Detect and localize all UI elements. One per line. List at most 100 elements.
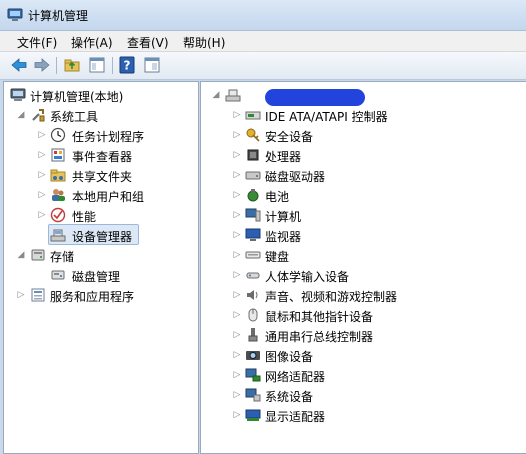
collapsed-arrow-icon[interactable]: ▷: [232, 389, 242, 401]
help-icon[interactable]: ?: [118, 56, 136, 74]
usb-icon: [248, 328, 258, 342]
menu-bar: 文件(F) 操作(A) 查看(V) 帮助(H): [0, 31, 526, 52]
collapsed-arrow-icon[interactable]: ▷: [232, 169, 242, 181]
collapsed-arrow-icon[interactable]: ▷: [232, 149, 242, 161]
collapsed-arrow-icon[interactable]: ▷: [16, 289, 26, 301]
device-category-label: 电池: [265, 190, 290, 204]
collapsed-arrow-icon[interactable]: ▷: [232, 409, 242, 421]
device-category-row[interactable]: ▷ 电池: [201, 185, 521, 205]
keyboard-icon: [245, 251, 261, 259]
services-icon: [31, 288, 45, 302]
collapsed-arrow-icon[interactable]: ▷: [37, 169, 47, 181]
svg-text:?: ?: [124, 59, 131, 73]
device-category-row[interactable]: ▷ 处理器: [201, 145, 521, 165]
tree-label: 系统工具: [50, 110, 99, 124]
tree-item-device-manager[interactable]: 设备管理器: [4, 225, 194, 245]
device-category-row[interactable]: ▷ 安全设备: [201, 125, 521, 145]
toolbar-separator: [112, 57, 113, 74]
menu-help[interactable]: 帮助(H): [179, 33, 229, 52]
disk-drive-icon: [245, 171, 261, 180]
device-category-row[interactable]: ▷ 人体学输入设备: [201, 265, 521, 285]
collapsed-arrow-icon[interactable]: ▷: [232, 309, 242, 321]
tree-item-disk-management[interactable]: 磁盘管理: [4, 265, 194, 285]
tree-item-shared-folders[interactable]: ▷ 共享文件夹: [4, 165, 194, 185]
collapsed-arrow-icon[interactable]: ▷: [37, 129, 47, 141]
device-category-label: IDE ATA/ATAPI 控制器: [265, 110, 388, 124]
collapsed-arrow-icon[interactable]: ▷: [232, 249, 242, 261]
collapsed-arrow-icon[interactable]: ▷: [232, 109, 242, 121]
device-category-row[interactable]: ▷ 监视器: [201, 225, 521, 245]
device-category-label: 鼠标和其他指针设备: [265, 310, 374, 324]
device-category-row[interactable]: ▷ 系统设备: [201, 385, 521, 405]
title-bar[interactable]: 计算机管理: [0, 0, 526, 31]
device-category-label: 人体学输入设备: [265, 270, 350, 284]
expanded-arrow-icon[interactable]: ◢: [16, 109, 26, 121]
device-category-label: 图像设备: [265, 350, 314, 364]
properties-icon[interactable]: [143, 56, 161, 74]
tree-item-local-users-groups[interactable]: ▷ 本地用户和组: [4, 185, 194, 205]
menu-action[interactable]: 操作(A): [67, 33, 117, 52]
storage-icon: [31, 249, 45, 261]
tree-label: 本地用户和组: [72, 190, 145, 204]
expanded-arrow-icon[interactable]: ◢: [211, 89, 221, 101]
security-key-icon: [246, 128, 260, 142]
tree-label: 存储: [50, 250, 75, 264]
collapsed-arrow-icon[interactable]: ▷: [232, 369, 242, 381]
device-category-row[interactable]: ▷ 通用串行总线控制器: [201, 325, 521, 345]
device-category-row[interactable]: ▷ 计算机: [201, 205, 521, 225]
tree-item-computer-management[interactable]: 计算机管理(本地): [4, 85, 194, 105]
console-tree-pane: 计算机管理(本地) ◢ 系统工具 ▷ 任务计划程序 ▷ 事件查看器 ▷ 共享文件…: [3, 81, 199, 454]
device-root-computer[interactable]: ◢: [201, 85, 521, 106]
speaker-icon: [247, 290, 258, 300]
collapsed-arrow-icon[interactable]: ▷: [232, 129, 242, 141]
collapsed-arrow-icon[interactable]: ▷: [232, 189, 242, 201]
collapsed-arrow-icon[interactable]: ▷: [37, 189, 47, 201]
device-category-row[interactable]: ▷ 网络适配器: [201, 365, 521, 385]
tree-label: 共享文件夹: [72, 170, 133, 184]
device-category-row[interactable]: ▷ 声音、视频和游戏控制器: [201, 285, 521, 305]
device-category-label: 处理器: [265, 150, 302, 164]
menu-file[interactable]: 文件(F): [13, 33, 61, 52]
tree-label: 磁盘管理: [72, 270, 121, 284]
device-category-row[interactable]: ▷ IDE ATA/ATAPI 控制器: [201, 105, 521, 125]
device-category-row[interactable]: ▷ 键盘: [201, 245, 521, 265]
collapsed-arrow-icon[interactable]: ▷: [232, 289, 242, 301]
tree-item-performance[interactable]: ▷ 性能: [4, 205, 194, 225]
collapsed-arrow-icon[interactable]: ▷: [232, 269, 242, 281]
performance-icon: [50, 207, 66, 223]
device-category-row[interactable]: ▷ 显示适配器: [201, 405, 521, 425]
device-category-label: 声音、视频和游戏控制器: [265, 290, 398, 304]
tree-item-storage[interactable]: ◢ 存储: [4, 245, 194, 265]
redacted-computer-name: [265, 89, 365, 106]
collapsed-arrow-icon[interactable]: ▷: [232, 329, 242, 341]
collapsed-arrow-icon[interactable]: ▷: [37, 209, 47, 221]
device-category-label: 显示适配器: [265, 410, 326, 424]
tree-label: 服务和应用程序: [50, 290, 135, 304]
network-adapter-icon: [245, 368, 261, 382]
tree-item-system-tools[interactable]: ◢ 系统工具: [4, 105, 194, 125]
device-category-row[interactable]: ▷ 图像设备: [201, 345, 521, 365]
up-folder-icon[interactable]: [63, 56, 81, 74]
collapsed-arrow-icon[interactable]: ▷: [232, 209, 242, 221]
back-icon[interactable]: [10, 56, 28, 74]
collapsed-arrow-icon[interactable]: ▷: [37, 149, 47, 161]
collapsed-arrow-icon[interactable]: ▷: [232, 229, 242, 241]
tree-item-task-scheduler[interactable]: ▷ 任务计划程序: [4, 125, 194, 145]
device-category-label: 磁盘驱动器: [265, 170, 326, 184]
device-list-pane: ◢ ▷ IDE ATA/ATAPI 控制器 ▷ 安全设备 ▷ 处理器 ▷ 磁盘驱动器 ▷ 电池 ▷ 计…: [200, 81, 526, 454]
computer-management-icon: [7, 8, 23, 21]
collapsed-arrow-icon[interactable]: ▷: [232, 349, 242, 361]
device-category-row[interactable]: ▷ 鼠标和其他指针设备: [201, 305, 521, 325]
device-category-label: 通用串行总线控制器: [265, 330, 374, 344]
hid-icon: [246, 272, 260, 279]
tree-label: 任务计划程序: [72, 130, 145, 144]
system-device-icon: [245, 388, 261, 402]
tree-item-services-applications[interactable]: ▷ 服务和应用程序: [4, 285, 194, 305]
forward-icon[interactable]: [33, 56, 51, 74]
tree-item-event-viewer[interactable]: ▷ 事件查看器: [4, 145, 194, 165]
expanded-arrow-icon[interactable]: ◢: [16, 249, 26, 261]
shared-folder-icon: [50, 169, 66, 182]
console-tree-icon[interactable]: [88, 56, 106, 74]
menu-view[interactable]: 查看(V): [123, 33, 173, 52]
device-category-row[interactable]: ▷ 磁盘驱动器: [201, 165, 521, 185]
